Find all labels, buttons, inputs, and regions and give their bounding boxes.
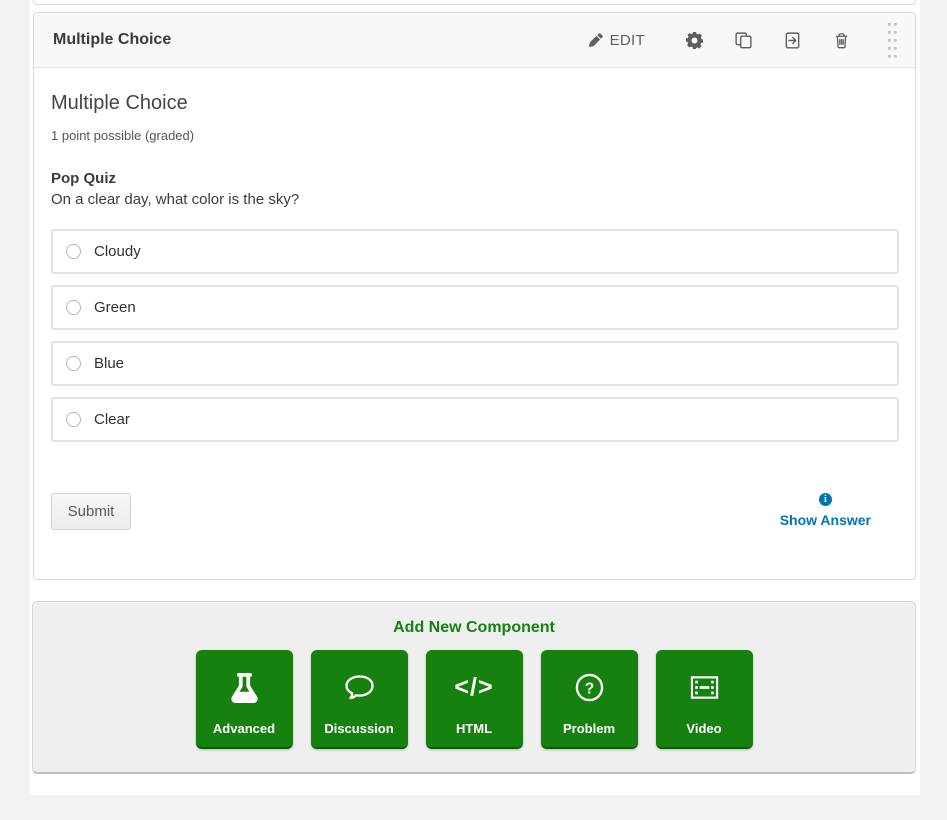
previous-component-card-edge bbox=[33, 0, 916, 5]
question-circle-icon: ? bbox=[574, 650, 605, 721]
add-problem-button[interactable]: ? Problem bbox=[541, 650, 638, 749]
move-button[interactable] bbox=[773, 26, 812, 55]
component-action-bar: EDIT bbox=[578, 19, 907, 62]
choice-label: Cloudy bbox=[94, 243, 141, 260]
svg-text:?: ? bbox=[584, 680, 593, 697]
choice-label: Blue bbox=[94, 355, 124, 372]
choice-label: Clear bbox=[94, 411, 130, 428]
problem-heading: Multiple Choice bbox=[51, 92, 899, 115]
duplicate-button[interactable] bbox=[724, 26, 763, 55]
add-discussion-button[interactable]: Discussion bbox=[311, 650, 408, 749]
settings-button[interactable] bbox=[675, 26, 714, 55]
show-answer-block: i Show Answer bbox=[780, 493, 871, 528]
component-button-label: Video bbox=[686, 721, 721, 736]
move-icon bbox=[784, 32, 801, 49]
edit-button[interactable]: EDIT bbox=[578, 26, 656, 55]
add-video-button[interactable]: Video bbox=[656, 650, 753, 749]
duplicate-icon bbox=[735, 32, 752, 49]
problem-action-row: Submit i Show Answer bbox=[51, 493, 899, 530]
content-column: Multiple Choice EDIT bbox=[30, 0, 920, 795]
radio-button[interactable] bbox=[66, 356, 81, 371]
pencil-icon bbox=[589, 33, 603, 47]
component-button-label: Discussion bbox=[324, 721, 393, 736]
question-text: On a clear day, what color is the sky? bbox=[51, 191, 899, 208]
choice-row-green[interactable]: Green bbox=[51, 285, 899, 330]
choice-row-clear[interactable]: Clear bbox=[51, 397, 899, 442]
add-new-component-heading: Add New Component bbox=[33, 619, 915, 637]
radio-button[interactable] bbox=[66, 244, 81, 259]
trash-icon bbox=[833, 32, 850, 49]
component-button-label: Advanced bbox=[213, 721, 275, 736]
choice-list: Cloudy Green Blue Clear bbox=[51, 229, 899, 442]
component-type-buttons: Advanced Discussion </> HTML bbox=[33, 650, 915, 749]
add-new-component-panel: Add New Component Advanced Discussion bbox=[32, 601, 916, 774]
points-possible-text: 1 point possible (graded) bbox=[51, 128, 899, 143]
drag-handle-icon bbox=[888, 23, 897, 58]
edit-button-label: EDIT bbox=[610, 32, 645, 49]
choice-row-cloudy[interactable]: Cloudy bbox=[51, 229, 899, 274]
add-advanced-button[interactable]: Advanced bbox=[196, 650, 293, 749]
component-header: Multiple Choice EDIT bbox=[34, 13, 915, 68]
submit-button[interactable]: Submit bbox=[51, 493, 131, 530]
info-icon[interactable]: i bbox=[819, 493, 832, 506]
multiple-choice-component-card: Multiple Choice EDIT bbox=[33, 12, 916, 580]
question-label: Pop Quiz bbox=[51, 170, 899, 187]
choice-row-blue[interactable]: Blue bbox=[51, 341, 899, 386]
film-icon bbox=[689, 650, 720, 721]
show-answer-link[interactable]: Show Answer bbox=[780, 512, 871, 528]
drag-handle[interactable] bbox=[880, 19, 907, 62]
add-html-button[interactable]: </> HTML bbox=[426, 650, 523, 749]
component-title: Multiple Choice bbox=[53, 31, 578, 49]
delete-button[interactable] bbox=[822, 26, 861, 55]
radio-button[interactable] bbox=[66, 300, 81, 315]
choice-label: Green bbox=[94, 299, 136, 316]
problem-preview: Multiple Choice 1 point possible (graded… bbox=[34, 68, 915, 530]
radio-button[interactable] bbox=[66, 412, 81, 427]
flask-icon bbox=[231, 650, 258, 721]
gear-icon bbox=[686, 32, 703, 49]
speech-bubble-icon bbox=[343, 650, 376, 721]
component-button-label: HTML bbox=[456, 721, 492, 736]
code-icon: </> bbox=[454, 650, 493, 721]
component-button-label: Problem bbox=[563, 721, 615, 736]
